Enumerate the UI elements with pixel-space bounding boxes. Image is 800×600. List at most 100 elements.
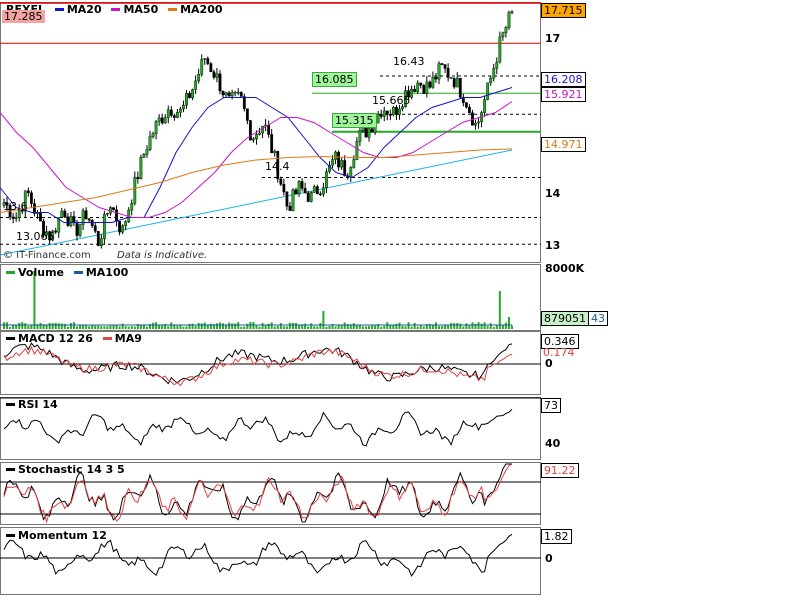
volume-bar [155, 322, 158, 329]
volume-bar [316, 326, 319, 329]
volume-bar [127, 326, 130, 329]
volume-bar [380, 326, 383, 329]
candle-body [443, 64, 447, 69]
volume-bar [194, 326, 197, 329]
volume-bar [441, 326, 444, 329]
candle-body [434, 77, 438, 80]
level-lines [0, 2, 541, 256]
y-tick-13: 13 [545, 239, 561, 252]
candle-body [245, 108, 249, 121]
volume-bar [51, 323, 54, 329]
macd-zero-label: 0 [545, 357, 553, 370]
volume-bar [106, 326, 109, 329]
candle-body [318, 193, 322, 196]
volume-bar [176, 325, 179, 329]
candle-body [504, 27, 508, 33]
candle-body [154, 120, 158, 135]
candle-body [489, 77, 493, 83]
candle-body [148, 136, 152, 150]
volume-bar [48, 322, 51, 329]
candle-body [285, 191, 289, 207]
volume-bar [76, 326, 79, 329]
candle-body [14, 217, 18, 219]
candle-body [367, 128, 371, 138]
candle-body [166, 109, 170, 118]
volume-value-box: 879051 [541, 311, 589, 326]
candle-body [270, 134, 274, 154]
volume-bar [471, 322, 474, 329]
volume-bar [307, 326, 310, 329]
candle-body [340, 160, 344, 168]
volume-bar [18, 322, 21, 329]
volume-bar [264, 325, 267, 329]
candle-body [322, 187, 325, 195]
volume-bar [337, 325, 340, 329]
volume-bar [468, 325, 471, 329]
candle-body [236, 91, 240, 94]
volume-bar [450, 322, 453, 329]
candle-body [507, 12, 511, 28]
candle-body [413, 88, 417, 92]
volume-bar [437, 326, 440, 329]
candle-body [474, 122, 477, 126]
watermark: © IT-Finance.com [3, 250, 91, 261]
volume-bar [215, 323, 218, 329]
macd-signal-swatch [102, 336, 112, 340]
momentum-swatch [6, 533, 15, 537]
volume-bar [319, 322, 322, 329]
macd-line [3, 342, 513, 385]
candle-body [93, 225, 97, 232]
candle-body [160, 117, 164, 124]
candle-body [297, 181, 301, 195]
candle-body [130, 203, 134, 211]
level-label-15-665: 15.665 [372, 94, 411, 107]
volume-bar [145, 326, 148, 329]
volume-bar [459, 323, 462, 329]
level-label-14-4: 14.4 [265, 160, 290, 173]
candle-body [495, 61, 499, 69]
level-label-13-6: 13.6 [3, 200, 28, 213]
candle-body [252, 138, 255, 141]
volume-bar [407, 322, 410, 329]
candle-body [303, 188, 307, 194]
candle-body [175, 112, 179, 118]
macd-legend-label: MACD 12 26 [18, 332, 93, 345]
volume-bar [139, 325, 142, 329]
ma100-swatch [73, 270, 83, 274]
candle-body [182, 104, 185, 110]
volume-bar [486, 326, 489, 329]
candle-body [398, 108, 401, 115]
volume-bar [115, 325, 118, 329]
volume-bar [465, 323, 468, 329]
volume-bar [218, 322, 221, 329]
candle-body [29, 192, 33, 204]
volume-scale-label: 8000K [545, 262, 585, 275]
volume-bar [325, 326, 328, 329]
candle-body [185, 93, 188, 106]
candle-body [191, 89, 194, 99]
volume-bar [185, 326, 188, 329]
candle-body [425, 81, 429, 94]
volume-bar [410, 326, 413, 329]
volume-bar [45, 325, 48, 329]
candle-body [312, 186, 316, 193]
macd-signal-legend-label: MA9 [114, 332, 142, 345]
volume-bar [483, 322, 486, 329]
volume-bar [91, 325, 94, 329]
candle-body [428, 81, 432, 88]
volume-bar [21, 322, 24, 329]
candle-body [145, 149, 149, 155]
volume-bar [371, 325, 374, 329]
candle-body [483, 99, 487, 113]
volume-bar [355, 325, 358, 329]
stochastic-value-box: 91.22 [541, 463, 579, 478]
candle-body [200, 59, 204, 75]
volume-bar [54, 322, 57, 329]
candle-body [449, 77, 453, 79]
volume-bar [288, 322, 291, 329]
candle-body [370, 128, 374, 133]
volume-bar [273, 326, 276, 329]
candle-body [273, 150, 277, 154]
volume-bar [361, 326, 364, 329]
candle-body [422, 85, 426, 94]
